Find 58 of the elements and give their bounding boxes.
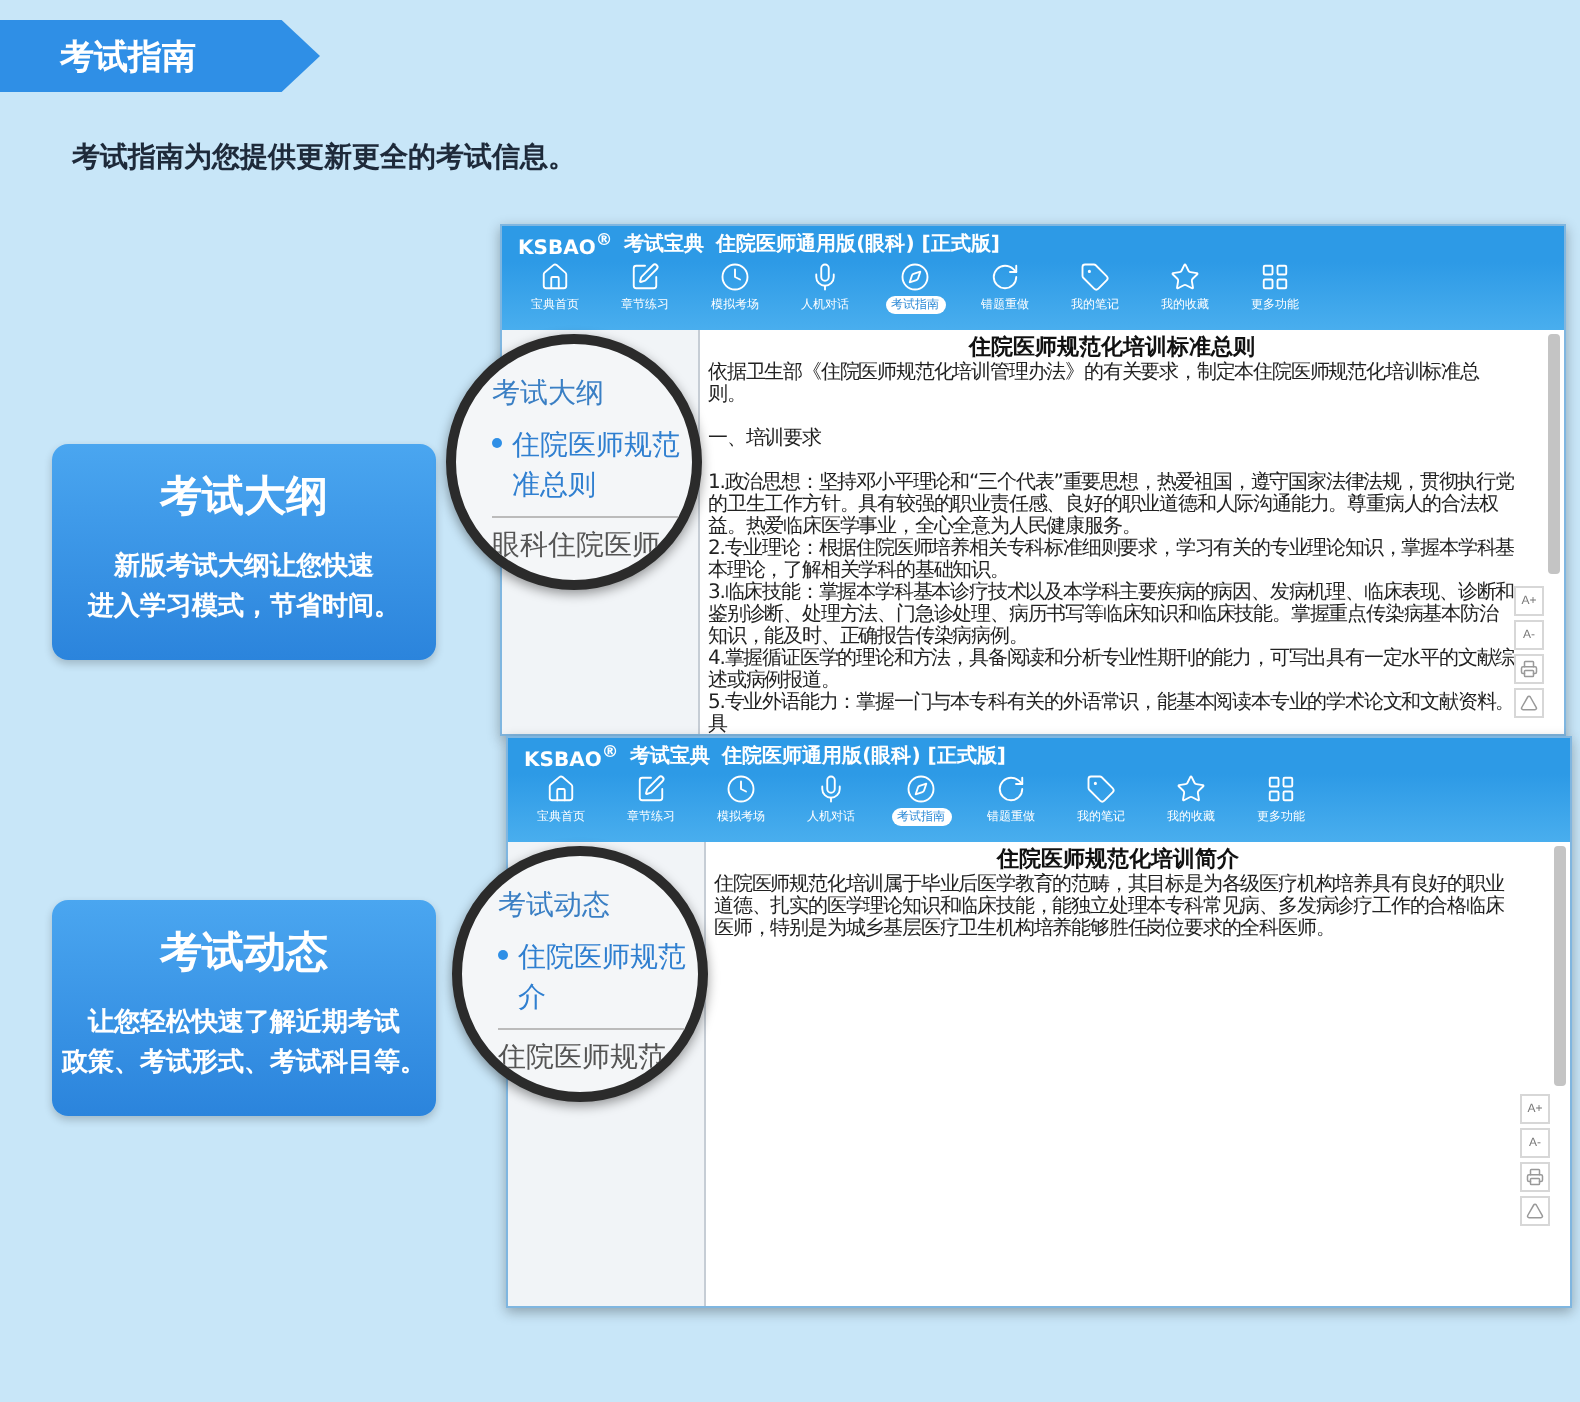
nav-icon	[990, 262, 1020, 292]
nav-icon	[636, 774, 666, 804]
printer-icon	[1526, 1168, 1544, 1186]
printer-icon	[1520, 660, 1538, 678]
nav-icon	[1170, 262, 1200, 292]
section-heading: 一、培训要求	[708, 428, 823, 450]
sidebar-item[interactable]: 介	[518, 982, 546, 1014]
article-paragraph: 住院医师规范化培训属于毕业后医学教育的范畴，其目标是为各级医疗机构培养具有良好的职业道德、扎实的医学理论知识和临床技能，能独立处理本专科常见病、多发病诊疗工作的合格临床医师，特别是为城乡基层医疗卫生机构培养能够胜任岗位要求的全科医师。	[714, 874, 1507, 940]
brand-name: 考试宝典	[624, 230, 705, 258]
article-paragraph: 3.临床技能：掌握本学科基本诊疗技术以及本学科主要疾病的病因、发病机理、临床表现、诊断和鉴别诊断、处理方法、门急诊处理、病历书写等临床知识和临床技能。掌握重点传染病基本防治知识，能及时、正确报告传染病病例。	[708, 582, 1516, 648]
sidebar-item[interactable]: 住院医师规范	[512, 430, 680, 462]
article-paragraph: 5.专业外语能力：掌握一门与本专科有关的外语常识，能基本阅读本专业的学术论文和文献资料。具	[708, 692, 1516, 734]
top-button[interactable]	[1520, 1196, 1550, 1226]
section-banner: 考试指南	[0, 20, 320, 92]
brand-name: 考试宝典	[630, 742, 711, 770]
nav-icon	[810, 262, 840, 292]
top-button[interactable]	[1514, 688, 1544, 718]
article-title: 住院医师规范化培训简介	[994, 846, 1241, 873]
article-paragraph: 1.政治思想：坚持邓小平理论和“三个代表”重要思想，热爱祖国，遵守国家法律法规，贯彻执行党的卫生工作方针。具有较强的职业责任感、良好的职业道德和人际沟通能力。尊重病人的合法权益。热爱临床医学事业，全心全意为人民健康服务。	[708, 472, 1516, 538]
nav-icon	[900, 262, 930, 292]
nav-icon	[1266, 774, 1296, 804]
sidebar-item[interactable]: 住院医师规范	[518, 942, 686, 974]
intro-text: 考试指南为您提供更新更全的考试信息。	[72, 140, 578, 178]
nav-icon	[720, 262, 750, 292]
triangle-icon	[1520, 694, 1538, 712]
scrollbar[interactable]	[1554, 846, 1566, 1086]
brand-logo: KSBAO$^{®}$	[518, 228, 613, 260]
feature-text: 让您轻松快速了解近期考试	[88, 1006, 400, 1042]
article-paragraph: 依据卫生部《住院医师规范化培训管理办法》的有关要求，制定本住院医师规范化培训标准总则。	[708, 362, 1482, 406]
window-title: 住院医师通用版(眼科) [正式版]	[722, 743, 1006, 770]
article-paragraph: 4.掌握循证医学的理论和方法，具备阅读和分析专业性期刊的能力，可写出具有一定水平的文献综述或病例报道。	[708, 648, 1516, 692]
sidebar-heading: 考试大纲	[492, 376, 606, 412]
feature-title: 考试大纲	[160, 470, 328, 524]
nav-icon	[1080, 262, 1110, 292]
nav-icon	[546, 774, 576, 804]
nav-icon	[996, 774, 1026, 804]
nav-icon	[1176, 774, 1206, 804]
nav-icon	[726, 774, 756, 804]
article-paragraph: 2.专业理论：根据住院医师培养相关专科标准细则要求，学习有关的专业理论知识，掌握本学科基本理论，了解相关学科的基础知识。	[708, 538, 1516, 582]
print-button[interactable]	[1520, 1162, 1550, 1192]
nav-icon	[1086, 774, 1116, 804]
feature-text: 新版考试大纲让您快速	[114, 549, 374, 586]
sidebar-item[interactable]: 准总则	[512, 470, 596, 502]
nav-icon	[816, 774, 846, 804]
sidebar-heading: 考试动态	[498, 888, 612, 924]
window-title: 住院医师通用版(眼科) [正式版]	[716, 231, 1000, 258]
feature-text: 政策、考试形式、考试科目等。	[62, 1046, 426, 1082]
print-button[interactable]	[1514, 654, 1544, 684]
scrollbar[interactable]	[1548, 334, 1560, 574]
nav-icon	[906, 774, 936, 804]
triangle-icon	[1526, 1202, 1544, 1220]
nav-icon	[630, 262, 660, 292]
feature-text: 进入学习模式，节省时间。	[88, 589, 400, 626]
nav-icon	[540, 262, 570, 292]
article-title: 住院医师规范化培训标准总则	[966, 334, 1257, 361]
feature-title: 考试动态	[160, 926, 328, 980]
brand-logo: KSBAO$^{®}$	[524, 740, 619, 772]
nav-icon	[1260, 262, 1290, 292]
